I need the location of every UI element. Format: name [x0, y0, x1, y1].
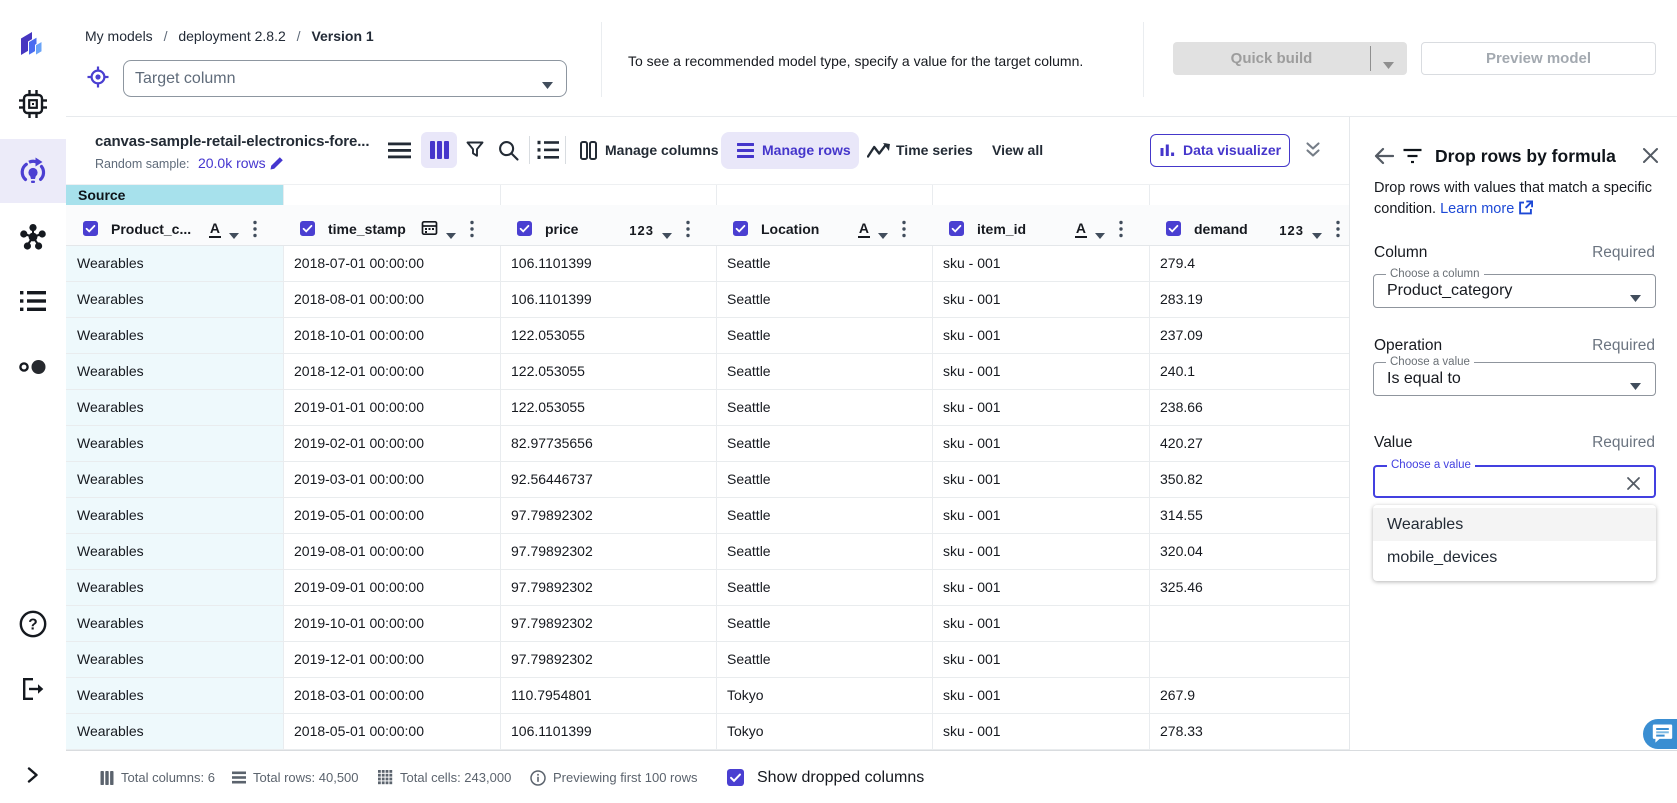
- svg-text:?: ?: [28, 617, 37, 634]
